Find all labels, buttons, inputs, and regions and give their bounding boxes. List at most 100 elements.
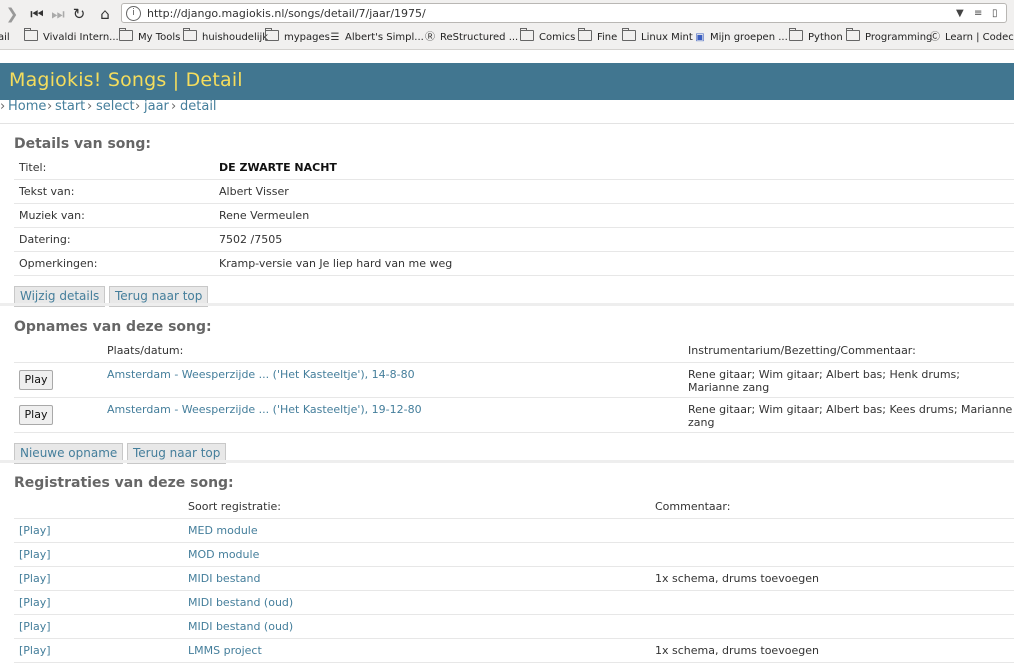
registration-link[interactable]: MIDI bestand (oud) (188, 620, 293, 633)
breadcrumb: › Home › start › select › jaar › detail (0, 99, 1014, 124)
table-row: [Play] MIDI bestand (oud) (14, 590, 1014, 615)
bookmark-item[interactable]: Comics (520, 28, 575, 46)
breadcrumb-separator: › (0, 99, 6, 114)
bookmark-item[interactable]: huishoudelijk (183, 28, 268, 46)
folder-icon (265, 28, 279, 41)
groups-icon: ▣ (695, 32, 705, 43)
detail-row: Titel: DE ZWARTE NACHT (14, 155, 1014, 180)
browser-toolbar: ❯ ⏮ ⏭ ↻ ⌂ i http://django.magiokis.nl/so… (0, 0, 1014, 28)
chevron-right-icon[interactable]: ❯ (2, 4, 22, 24)
table-row: Play Amsterdam - Weesperzijde ... ('Het … (14, 397, 1014, 433)
site-info-icon[interactable]: i (126, 6, 141, 21)
details-heading: Details van song: (14, 136, 152, 152)
site-title: Magiokis! Songs | Detail (9, 69, 243, 91)
bookmark-item[interactable]: Fine (578, 28, 617, 46)
breadcrumb-separator: › (47, 99, 53, 114)
opnames-heading: Opnames van deze song: (14, 319, 212, 335)
address-bar[interactable]: i http://django.magiokis.nl/songs/detail… (121, 3, 1007, 23)
bookmark-item[interactable]: Ⓡ ReStructured ... (424, 30, 518, 46)
registration-comment: 1x schema, drums toevoegen (655, 572, 819, 585)
breadcrumb-select[interactable]: select (96, 99, 135, 114)
column-header-type: Soort registratie: (188, 500, 282, 513)
breadcrumb-detail[interactable]: detail (180, 99, 217, 114)
song-title: DE ZWARTE NACHT (219, 161, 337, 174)
registraties-header-row: Soort registratie: Commentaar: (14, 496, 1014, 519)
registration-link[interactable]: MIDI bestand (oud) (188, 596, 293, 609)
opnames-header-row: Plaats/datum: Instrumentarium/Bezetting/… (14, 340, 1014, 363)
detail-row: Muziek van: Rene Vermeulen (14, 203, 1014, 228)
bookmark-item[interactable]: Python (789, 28, 843, 46)
registration-link[interactable]: MOD module (188, 548, 259, 561)
registration-link[interactable]: MED module (188, 524, 258, 537)
bookmark-item[interactable]: Linux Mint (622, 28, 693, 46)
reload-icon[interactable]: ↻ (69, 4, 89, 24)
registration-link[interactable]: LMMS project (188, 644, 262, 657)
url-text[interactable]: http://django.magiokis.nl/songs/detail/7… (147, 5, 426, 22)
site-header: Magiokis! Songs | Detail (0, 63, 1014, 100)
recording-instrumentation: Rene gitaar; Wim gitaar; Albert bas; Kee… (688, 403, 1013, 429)
detail-label: Tekst van: (19, 185, 75, 198)
column-header-place: Plaats/datum: (107, 344, 184, 357)
registration-link[interactable]: MIDI bestand (188, 572, 260, 585)
recording-link[interactable]: Amsterdam - Weesperzijde ... ('Het Kaste… (107, 368, 415, 381)
breadcrumb-separator: › (135, 99, 141, 114)
folder-icon (520, 28, 534, 41)
page-top-gap (0, 50, 1014, 63)
table-row: Play Amsterdam - Weesperzijde ... ('Het … (14, 362, 1014, 398)
column-header-instrumentation: Instrumentarium/Bezetting/Commentaar: (688, 344, 916, 357)
table-row: [Play] MIDI bestand (oud) (14, 614, 1014, 639)
skip-forward-icon[interactable]: ⏭ (48, 4, 68, 24)
play-button[interactable]: Play (19, 370, 53, 390)
bookmark-item[interactable]: Vivaldi Intern... (24, 28, 119, 46)
breadcrumb-jaar[interactable]: jaar (144, 99, 169, 114)
play-link[interactable]: [Play] (19, 524, 51, 537)
table-row: [Play] MED module (14, 518, 1014, 543)
column-header-comment: Commentaar: (655, 500, 731, 513)
folder-icon (24, 28, 38, 41)
detail-row: Opmerkingen: Kramp-versie van Je liep ha… (14, 251, 1014, 276)
breadcrumb-start[interactable]: start (55, 99, 85, 114)
reader-icon[interactable]: ≡ (974, 5, 982, 22)
table-row: [Play] MIDI bestand 1x schema, drums toe… (14, 566, 1014, 591)
play-button[interactable]: Play (19, 405, 53, 425)
detail-value: Rene Vermeulen (219, 209, 310, 222)
bookmark-item[interactable]: ▣ Mijn groepen ... (694, 30, 788, 46)
breadcrumb-separator: › (171, 99, 177, 114)
detail-value: 7502 /7505 (219, 233, 283, 246)
folder-icon (183, 28, 197, 41)
bookmark-item[interactable]: ☰ Albert's Simpl... (329, 30, 424, 46)
breadcrumb-home[interactable]: Home (8, 99, 46, 114)
bookmark-item[interactable]: mypages (265, 28, 330, 46)
section-divider (0, 460, 1014, 463)
bookmarks-bar: ail Vivaldi Intern... My Tools huishoude… (0, 27, 1014, 50)
home-icon[interactable]: ⌂ (95, 4, 115, 24)
play-link[interactable]: [Play] (19, 548, 51, 561)
codecademy-icon: Ⓒ (930, 32, 940, 43)
folder-icon (846, 28, 860, 41)
skip-back-icon[interactable]: ⏮ (27, 4, 47, 24)
table-row: [Play] LMMS project 1x schema, drums toe… (14, 638, 1014, 663)
bookmark-item[interactable]: ail (0, 30, 10, 46)
play-link[interactable]: [Play] (19, 572, 51, 585)
recording-link[interactable]: Amsterdam - Weesperzijde ... ('Het Kaste… (107, 403, 422, 416)
dropdown-icon[interactable]: ▼ (956, 5, 964, 22)
table-row: [Play] MOD module (14, 542, 1014, 567)
bookmark-item[interactable]: My Tools (119, 28, 180, 46)
detail-label: Opmerkingen: (19, 257, 98, 270)
folder-icon (789, 28, 803, 41)
detail-row: Tekst van: Albert Visser (14, 179, 1014, 204)
restructured-icon: Ⓡ (425, 32, 435, 43)
breadcrumb-separator: › (87, 99, 93, 114)
detail-value: Kramp-versie van Je liep hard van me weg (219, 257, 453, 270)
detail-label: Datering: (19, 233, 71, 246)
detail-label: Muziek van: (19, 209, 85, 222)
detail-value: Albert Visser (219, 185, 289, 198)
play-link[interactable]: [Play] (19, 644, 51, 657)
play-link[interactable]: [Play] (19, 596, 51, 609)
play-link[interactable]: [Play] (19, 620, 51, 633)
bookmark-item[interactable]: ⒸLearn | Codec... (929, 30, 1014, 46)
bookmark-item[interactable]: Programming (846, 28, 932, 46)
detail-row: Datering: 7502 /7505 (14, 227, 1014, 252)
bookmark-icon[interactable]: ▯ (992, 5, 998, 22)
folder-icon (119, 28, 133, 41)
